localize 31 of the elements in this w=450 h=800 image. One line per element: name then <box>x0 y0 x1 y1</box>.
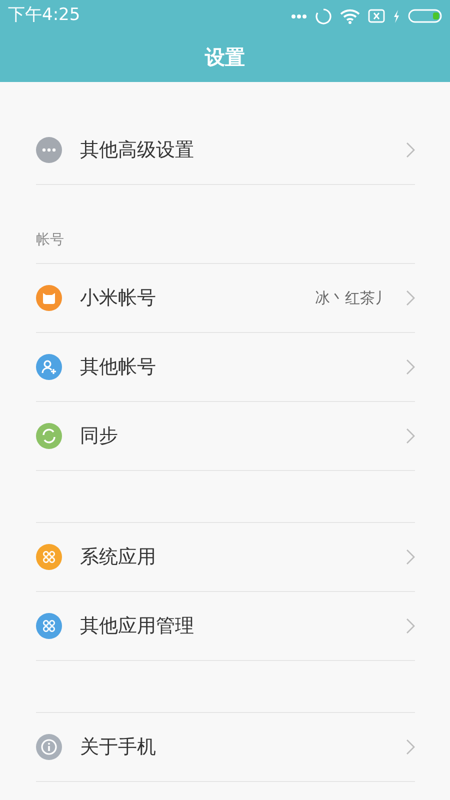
chevron-icon <box>406 290 415 306</box>
chevron-icon <box>406 142 415 158</box>
item-label: 其他帐号 <box>80 354 157 380</box>
sim-icon <box>368 9 385 23</box>
page-title: 设置 <box>205 44 245 71</box>
settings-item[interactable]: 其他高级设置 <box>36 116 415 185</box>
settings-item[interactable]: 其他应用管理 <box>36 592 415 661</box>
settings-item[interactable]: 关于手机 <box>36 713 415 782</box>
wifi-icon <box>340 8 360 24</box>
more-icon <box>291 14 307 18</box>
settings-item[interactable]: 小米帐号 冰丶红茶丿 <box>36 264 415 333</box>
loading-icon <box>315 8 332 24</box>
item-label: 其他应用管理 <box>80 614 195 639</box>
chevron-icon <box>406 428 415 444</box>
item-label: 小米帐号 <box>80 286 157 311</box>
section-header: 帐号 <box>36 231 64 250</box>
chevron-icon <box>406 618 415 634</box>
item-label: 关于手机 <box>80 734 157 760</box>
account-name: 冰丶红茶丿 <box>315 288 390 309</box>
chevron-icon <box>406 739 415 755</box>
item-label: 其他高级设置 <box>80 138 195 163</box>
charging-icon <box>393 10 400 22</box>
status-time: 下午4:25 <box>8 4 80 28</box>
item-label: 同步 <box>80 424 119 449</box>
settings-item[interactable]: 其他帐号 <box>36 333 415 402</box>
battery-icon <box>408 9 442 23</box>
item-label: 系统应用 <box>80 544 157 570</box>
chevron-icon <box>406 359 415 375</box>
settings-item[interactable]: 同步 <box>36 402 415 471</box>
settings-item[interactable]: 系统应用 <box>36 523 415 592</box>
chevron-icon <box>406 549 415 565</box>
